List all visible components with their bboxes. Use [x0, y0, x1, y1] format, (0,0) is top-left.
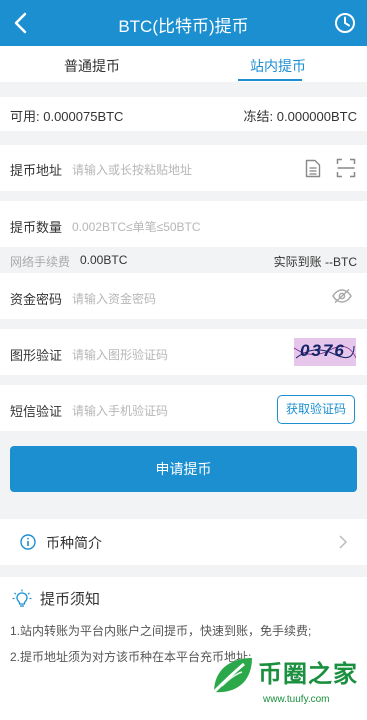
- coin-intro-label: 币种简介: [46, 535, 102, 551]
- amount-row: 提币数量 0.002BTC≤单笔≤50BTC: [0, 201, 367, 247]
- tab-internal-withdraw[interactable]: 站内提币: [250, 56, 306, 76]
- captcha-label: 图形验证: [10, 348, 63, 363]
- address-row: 提币地址 请输入或长按粘贴地址: [0, 145, 367, 191]
- eye-hidden-icon[interactable]: [332, 288, 352, 304]
- watermark: 币圈之家 www.tuufy.com: [208, 650, 363, 716]
- notice-title: 提币须知: [40, 591, 101, 608]
- notice-item: 1.站内转账为平台内账户之间提币，快速到账，免手续费;: [10, 624, 312, 638]
- amount-input[interactable]: 0.002BTC≤单笔≤50BTC: [72, 218, 201, 235]
- captcha-image[interactable]: 0376: [294, 338, 356, 366]
- scan-icon[interactable]: [336, 158, 356, 178]
- sms-input[interactable]: 请输入手机验证码: [72, 402, 168, 419]
- lightbulb-icon: [12, 589, 32, 607]
- fund-password-label: 资金密码: [10, 292, 63, 307]
- fund-password-row: 资金密码 请输入资金密码: [0, 273, 367, 319]
- actual-arrival: 实际到账 --BTC: [273, 255, 357, 269]
- frozen-balance: 冻结: 0.000000BTC: [243, 109, 357, 124]
- app-header: BTC(比特币)提币: [0, 0, 367, 46]
- info-icon: [20, 534, 36, 550]
- watermark-url: www.tuufy.com: [263, 694, 330, 705]
- fee-row: 网络手续费 0.00BTC 实际到账 --BTC: [0, 247, 367, 273]
- fee-value: 0.00BTC: [80, 253, 128, 267]
- address-input[interactable]: 请输入或长按粘贴地址: [72, 161, 192, 178]
- page-title: BTC(比特币)提币: [118, 17, 249, 36]
- withdraw-tabs: 普通提币 站内提币: [0, 46, 367, 82]
- amount-label: 提币数量: [10, 220, 63, 235]
- active-tab-indicator: [238, 79, 302, 81]
- watermark-name: 币圈之家: [258, 661, 358, 688]
- captcha-image-text: 0376: [300, 341, 346, 360]
- balance-row: 可用: 0.000075BTC 冻结: 0.000000BTC: [0, 97, 367, 131]
- tab-normal-withdraw[interactable]: 普通提币: [64, 56, 120, 76]
- history-clock-icon[interactable]: [333, 11, 357, 35]
- fee-label: 网络手续费: [10, 255, 71, 269]
- apply-withdraw-button[interactable]: 申请提币: [10, 446, 357, 492]
- available-balance: 可用: 0.000075BTC: [10, 109, 124, 124]
- captcha-input[interactable]: 请输入图形验证码: [72, 346, 168, 363]
- get-sms-code-button[interactable]: 获取验证码: [277, 395, 355, 424]
- address-label: 提币地址: [10, 163, 63, 178]
- fund-password-input[interactable]: 请输入资金密码: [72, 290, 156, 307]
- sms-label: 短信验证: [10, 404, 63, 419]
- leaf-logo-icon: [212, 658, 252, 694]
- chevron-right-icon: [339, 535, 348, 549]
- coin-intro-row[interactable]: 币种简介: [0, 519, 367, 565]
- document-icon[interactable]: [305, 159, 321, 178]
